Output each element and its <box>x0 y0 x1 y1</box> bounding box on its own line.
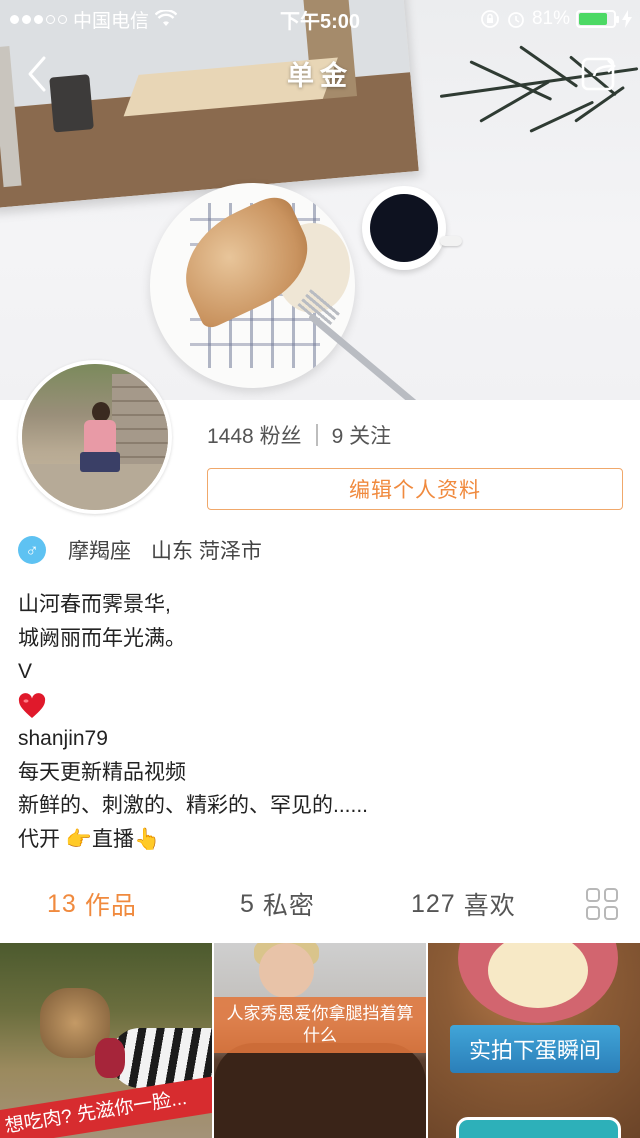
tab-label: 作品 <box>84 892 137 920</box>
share-icon[interactable] <box>580 54 618 92</box>
video-thumbnail[interactable]: 想吃肉? 先滋你一脸... <box>0 943 212 1138</box>
cover-coffee-cup <box>362 186 446 270</box>
thumbnail-caption: 想吃肉? 先滋你一脸... <box>0 1075 212 1138</box>
male-gender-icon: ♂ <box>18 536 46 564</box>
bio-line: V <box>18 660 33 683</box>
zodiac-label: 摩羯座 <box>68 540 131 563</box>
tab-likes[interactable]: 127 喜欢 <box>411 868 516 940</box>
thumbnail-sticker <box>456 1117 621 1138</box>
tab-count: 5 <box>240 889 255 918</box>
battery-level-fill <box>579 13 607 25</box>
battery-icon <box>576 10 619 28</box>
heart-icon <box>18 692 46 718</box>
tab-label: 私密 <box>262 892 315 920</box>
bio-line: 新鲜的、刺激的、精彩的、罕见的...... <box>18 794 369 817</box>
profile-stats: 1448 粉丝 9 关注 <box>207 420 391 450</box>
edit-profile-button[interactable]: 编辑个人资料 <box>207 468 623 510</box>
thumbnail-caption: 实拍下蛋瞬间 <box>450 1025 620 1073</box>
alarm-icon <box>508 12 524 28</box>
tab-count: 13 <box>47 889 77 918</box>
tab-private[interactable]: 5 私密 <box>240 868 315 940</box>
page-title: 单金 <box>287 61 353 91</box>
status-bar: 中国电信 下午5:00 81% <box>0 0 640 38</box>
rotation-lock-icon <box>481 10 499 28</box>
content-tabs: 13 作品 5 私密 127 喜欢 <box>0 868 640 940</box>
bio-line: 山河春而霁景华, <box>18 593 171 616</box>
profile-bio: 山河春而霁景华, 城阙丽而年光满。 V shanjin79 每天更新精品视频 新… <box>18 588 368 856</box>
location-label: 山东 菏泽市 <box>151 540 262 563</box>
followers-count: 1448 <box>207 425 254 448</box>
bio-line: 城阙丽而年光满。 <box>18 626 186 650</box>
grid-view-icon[interactable] <box>586 888 618 920</box>
bio-line: 代开 👉直播👆 <box>18 827 161 851</box>
profile-meta: ♂ 摩羯座 山东 菏泽市 <box>18 535 262 565</box>
video-thumbnail[interactable]: 人家秀恩爱你拿腿挡着算什么 <box>214 943 426 1138</box>
stats-divider <box>315 424 318 446</box>
video-grid: 想吃肉? 先滋你一脸... 人家秀恩爱你拿腿挡着算什么 实拍下蛋瞬间 <box>0 943 640 1138</box>
avatar[interactable] <box>18 360 172 514</box>
followers-label: 粉丝 <box>259 425 302 448</box>
tab-works[interactable]: 13 作品 <box>47 868 137 940</box>
charging-icon <box>622 10 632 28</box>
following-label: 关注 <box>349 425 392 448</box>
battery-percent: 81% <box>531 8 570 29</box>
cover-plate <box>150 183 355 388</box>
bio-heart-line <box>18 689 368 723</box>
following-stat[interactable]: 9 关注 <box>332 420 392 450</box>
following-count: 9 <box>331 425 344 448</box>
bio-line: 每天更新精品视频 <box>18 760 186 784</box>
tab-label: 喜欢 <box>463 892 516 920</box>
tab-count: 127 <box>411 889 456 918</box>
thumbnail-caption: 人家秀恩爱你拿腿挡着算什么 <box>214 997 426 1053</box>
video-thumbnail[interactable]: 实拍下蛋瞬间 <box>428 943 640 1138</box>
followers-stat[interactable]: 1448 粉丝 <box>207 420 302 450</box>
bio-line: shanjin79 <box>18 727 108 750</box>
